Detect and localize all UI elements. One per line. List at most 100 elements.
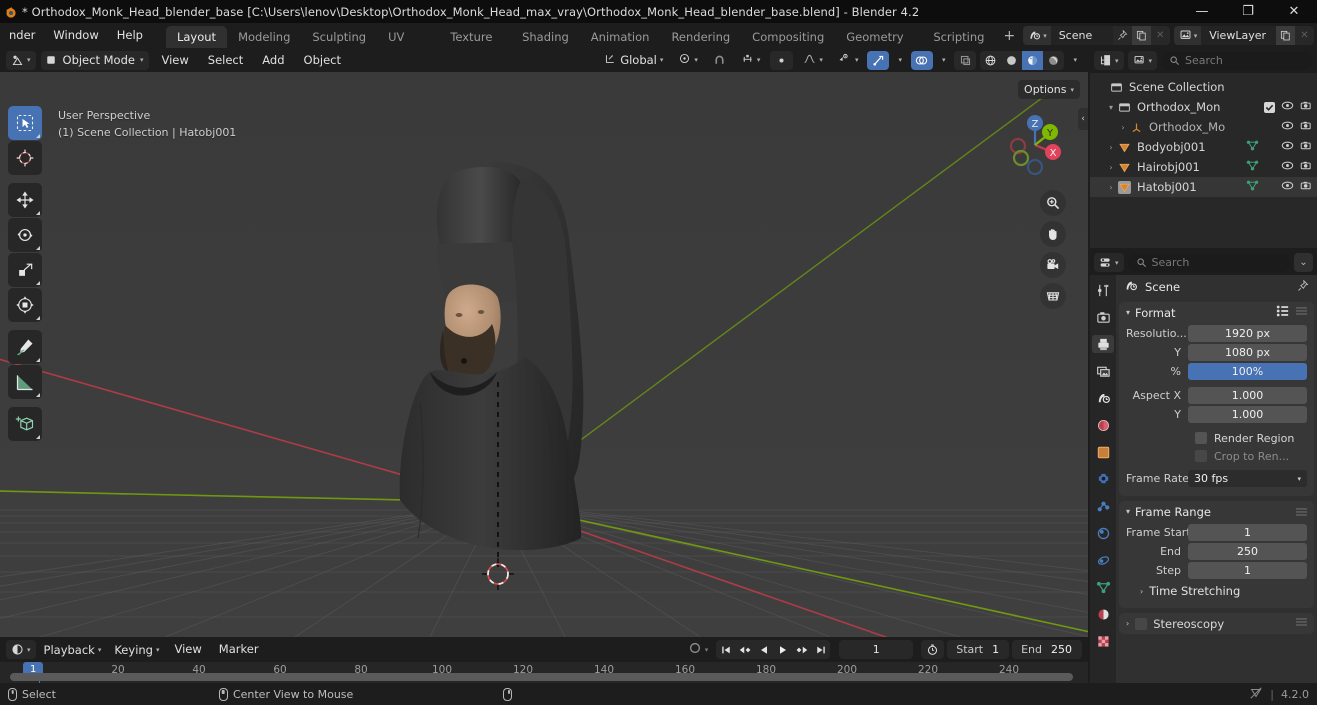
zoom-icon[interactable]: [1040, 190, 1066, 216]
scene-selector[interactable]: ▾ Scene ✕: [1023, 26, 1170, 45]
aspect-x-field[interactable]: 1.000: [1188, 387, 1307, 404]
properties-search-input[interactable]: Search: [1127, 253, 1290, 272]
particles-tab[interactable]: [1092, 497, 1114, 515]
new-viewlayer-icon[interactable]: [1276, 26, 1295, 45]
object-visibility-dropdown[interactable]: ▾: [833, 51, 864, 70]
frame-range-panel-header[interactable]: ▾ Frame Range: [1119, 501, 1314, 522]
outliner-row-orthodox-mon-object[interactable]: › Orthodox_Mon: [1090, 117, 1317, 137]
toggle-ortho-grid-icon[interactable]: [1040, 283, 1066, 309]
camera-icon[interactable]: [1300, 160, 1313, 174]
overlays-dropdown[interactable]: ▾: [937, 51, 951, 70]
outliner-filter-icon[interactable]: ▾: [1127, 51, 1158, 70]
frame-start-field[interactable]: Start 1: [947, 640, 1010, 659]
timeline-scrollbar[interactable]: [10, 673, 1073, 681]
shading-rendered-button[interactable]: [1043, 51, 1064, 70]
pin-scene-icon[interactable]: [1113, 26, 1132, 45]
timeline-strip[interactable]: 20 40 60 80 100 120 140 160 180 200 220 …: [0, 662, 1088, 683]
menu-help[interactable]: Help: [108, 25, 152, 46]
timeline-menu-marker[interactable]: Marker: [212, 640, 266, 659]
menu-render[interactable]: nder: [0, 25, 44, 46]
transform-orientation-dropdown[interactable]: Global ▾: [599, 51, 668, 70]
add-workspace-button[interactable]: +: [995, 26, 1023, 48]
pivot-point-dropdown[interactable]: ▾: [673, 51, 703, 70]
eye-icon[interactable]: [1281, 140, 1294, 154]
viewport-options-dropdown[interactable]: Options ▾: [1018, 80, 1080, 99]
frame-step-field[interactable]: 1: [1188, 562, 1307, 579]
outliner-display-mode-icon[interactable]: ▾: [1094, 51, 1124, 70]
tab-compositing[interactable]: Compositing: [741, 26, 835, 48]
object-data-tab[interactable]: [1092, 578, 1114, 596]
eye-icon[interactable]: [1281, 120, 1294, 134]
timeline-menu-keying[interactable]: Keying ▾: [109, 640, 164, 659]
tab-uv-editing[interactable]: UV Editing: [377, 26, 439, 66]
shading-material-preview-button[interactable]: [1022, 50, 1044, 70]
stereoscopy-checkbox[interactable]: [1135, 617, 1148, 630]
rotate-tool[interactable]: [8, 218, 42, 252]
camera-icon[interactable]: [1300, 140, 1313, 154]
outliner-row-bodyobj001[interactable]: › Bodyobj001: [1090, 137, 1317, 157]
frame-rate-dropdown[interactable]: 30 fps ▾: [1188, 470, 1307, 487]
snap-magnet-icon[interactable]: [708, 51, 731, 70]
viewport-menu-select[interactable]: Select: [201, 51, 250, 70]
editor-type-icon[interactable]: ▾: [6, 50, 36, 70]
expand-arrow[interactable]: ›: [1116, 123, 1130, 132]
close-button[interactable]: ✕: [1271, 0, 1317, 23]
crop-to-render-region-row[interactable]: Crop to Ren...: [1126, 447, 1307, 465]
gizmo-dropdown[interactable]: ▾: [893, 51, 907, 70]
tab-sculpting[interactable]: Sculpting: [301, 26, 377, 48]
auto-keying-toggle[interactable]: ▾: [683, 640, 714, 659]
expand-arrow[interactable]: ›: [1104, 143, 1118, 152]
material-tab[interactable]: [1092, 605, 1114, 623]
proportional-edit-icon[interactable]: [770, 50, 794, 70]
jump-prev-keyframe-button[interactable]: [735, 640, 754, 659]
format-panel-header[interactable]: ▾ Format: [1119, 302, 1314, 323]
proportional-falloff-dropdown[interactable]: ▾: [798, 51, 828, 70]
scale-tool[interactable]: [8, 253, 42, 287]
navigation-gizmo[interactable]: Z Y X: [996, 106, 1074, 184]
viewlayer-selector[interactable]: ▾ ViewLayer ✕: [1173, 26, 1314, 45]
mesh-data-icon[interactable]: [1246, 139, 1259, 155]
texture-tab[interactable]: [1092, 632, 1114, 650]
collection-checkbox[interactable]: [1264, 101, 1275, 113]
jump-next-keyframe-button[interactable]: [792, 640, 811, 659]
expand-arrow[interactable]: ▾: [1104, 103, 1118, 112]
scene-browse-icon[interactable]: ▾: [1023, 26, 1051, 45]
properties-options-chevron[interactable]: ⌄: [1294, 253, 1313, 272]
viewport-menu-view[interactable]: View: [154, 51, 195, 70]
viewport-menu-add[interactable]: Add: [255, 51, 291, 70]
resolution-percent-field[interactable]: 100%: [1188, 363, 1307, 380]
scene-name[interactable]: Scene: [1050, 26, 1113, 45]
overlays-toggle[interactable]: [910, 50, 933, 70]
outliner-row-hairobj001[interactable]: › Hairobj001: [1090, 157, 1317, 177]
mesh-data-icon[interactable]: [1246, 159, 1259, 175]
aspect-y-field[interactable]: 1.000: [1188, 406, 1307, 423]
render-region-row[interactable]: Render Region: [1126, 429, 1307, 447]
tab-geometry-nodes[interactable]: Geometry Nodes: [835, 26, 922, 66]
menu-window[interactable]: Window: [44, 25, 107, 46]
camera-icon[interactable]: [1300, 180, 1313, 194]
outliner-row-scene-collection[interactable]: Scene Collection: [1090, 77, 1317, 97]
play-button[interactable]: [773, 640, 792, 659]
timeline-menu-playback[interactable]: Playback ▾: [39, 640, 107, 659]
frame-start-field[interactable]: 1: [1188, 524, 1307, 541]
render-tab[interactable]: [1092, 308, 1114, 326]
object-tab[interactable]: [1092, 443, 1114, 461]
camera-icon[interactable]: [1300, 100, 1313, 114]
new-scene-icon[interactable]: [1131, 26, 1151, 45]
play-reverse-button[interactable]: [754, 640, 773, 659]
viewlayer-name[interactable]: ViewLayer: [1201, 26, 1276, 45]
remove-viewlayer-icon[interactable]: ✕: [1295, 26, 1314, 45]
eye-icon[interactable]: [1281, 100, 1294, 114]
cursor-tool[interactable]: [8, 141, 42, 175]
eye-icon[interactable]: [1281, 160, 1294, 174]
remove-scene-icon[interactable]: ✕: [1151, 26, 1170, 45]
tab-animation[interactable]: Animation: [580, 26, 661, 48]
properties-editor-icon[interactable]: ▾: [1094, 253, 1124, 272]
jump-to-start-button[interactable]: [716, 640, 735, 659]
shading-solid-button[interactable]: [1001, 51, 1022, 70]
viewport-menu-object[interactable]: Object: [297, 51, 348, 70]
measure-tool[interactable]: [8, 365, 42, 399]
sidebar-collapse-arrow[interactable]: ‹: [1078, 108, 1088, 130]
snap-target-dropdown[interactable]: ▾: [736, 51, 766, 70]
mesh-data-icon[interactable]: [1246, 179, 1259, 195]
